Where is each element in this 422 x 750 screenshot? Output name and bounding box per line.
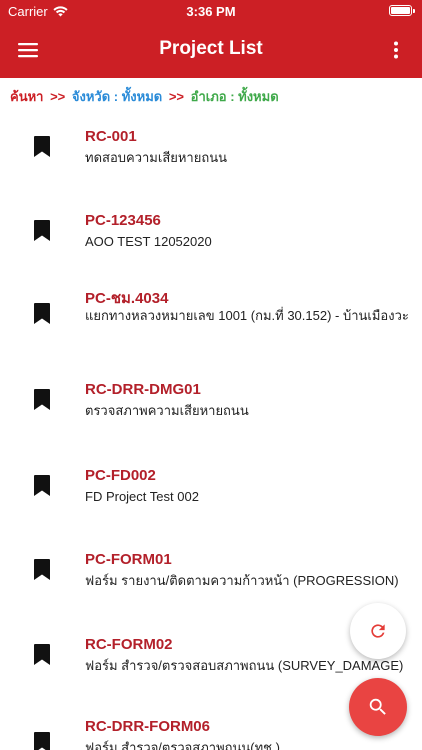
project-description: ตรวจสภาพความเสียหายถนน xyxy=(85,403,249,418)
bookmark-icon xyxy=(34,559,50,580)
breadcrumb-separator: >> xyxy=(50,89,66,104)
project-list: RC-001 ทดสอบความเสียหายถนน PC-123456 AOO… xyxy=(0,112,422,750)
app-bar: Project List xyxy=(0,22,422,78)
bookmark-icon xyxy=(34,389,50,410)
project-description: ทดสอบความเสียหายถนน xyxy=(85,150,227,165)
bookmark-icon xyxy=(34,220,50,241)
project-description: AOO TEST 12052020 xyxy=(85,234,212,249)
battery-icon xyxy=(389,5,415,16)
more-vertical-icon xyxy=(394,41,398,59)
project-code: RC-DRR-FORM06 xyxy=(85,718,210,735)
bookmark-icon xyxy=(34,732,50,750)
project-item[interactable]: RC-001 ทดสอบความเสียหายถนน xyxy=(0,112,422,196)
bookmark-icon xyxy=(34,303,50,324)
breadcrumb-district[interactable]: อำเภอ : ทั้งหมด xyxy=(191,89,279,104)
breadcrumb-separator: >> xyxy=(168,89,185,104)
status-time: 3:36 PM xyxy=(186,4,236,19)
breadcrumb-search[interactable]: ค้นหา xyxy=(10,89,43,104)
project-code: RC-001 xyxy=(85,128,137,145)
breadcrumb-province[interactable]: จังหวัด : ทั้งหมด xyxy=(72,89,162,104)
bookmark-icon xyxy=(34,475,50,496)
project-item[interactable]: RC-DRR-DMG01 ตรวจสภาพความเสียหายถนน xyxy=(0,365,422,451)
project-item[interactable]: PC-FD002 FD Project Test 002 xyxy=(0,451,422,535)
project-code: RC-DRR-DMG01 xyxy=(85,381,201,398)
filter-breadcrumb: ค้นหา >> จังหวัด : ทั้งหมด >> อำเภอ : ทั… xyxy=(10,86,279,107)
bookmark-icon xyxy=(34,136,50,157)
status-bar: Carrier 3:36 PM xyxy=(0,0,422,22)
refresh-button[interactable] xyxy=(350,603,406,659)
search-icon xyxy=(369,698,386,715)
project-item[interactable]: PC-FORM01 ฟอร์ม รายงาน/ติดตามความก้าวหน้… xyxy=(0,535,422,620)
project-code: PC-FD002 xyxy=(85,467,156,484)
project-item[interactable]: PC-123456 AOO TEST 12052020 xyxy=(0,196,422,272)
refresh-icon xyxy=(371,624,385,638)
project-description: ฟอร์ม รายงาน/ติดตามความก้าวหน้า (PROGRES… xyxy=(85,573,399,588)
project-code: PC-123456 xyxy=(85,212,161,229)
project-description: ฟอร์ม สำรวจ/ตรวจสภาพถนน(ทช.) xyxy=(85,740,280,750)
project-description: FD Project Test 002 xyxy=(85,489,199,504)
more-options-button[interactable] xyxy=(380,34,412,66)
page-title: Project List xyxy=(159,38,263,59)
project-item[interactable]: PC-ชม.4034 แยกทางหลวงหมายเลข 1001 (กม.ที… xyxy=(0,272,422,365)
bookmark-icon xyxy=(34,644,50,665)
project-description: แยกทางหลวงหมายเลข 1001 (กม.ที่ 30.152) -… xyxy=(85,308,409,323)
project-code: RC-FORM02 xyxy=(85,636,173,653)
project-description: ฟอร์ม สำรวจ/ตรวจสอบสภาพถนน (SURVEY_DAMAG… xyxy=(85,658,404,673)
search-button[interactable] xyxy=(349,678,407,736)
project-code: PC-FORM01 xyxy=(85,551,172,568)
